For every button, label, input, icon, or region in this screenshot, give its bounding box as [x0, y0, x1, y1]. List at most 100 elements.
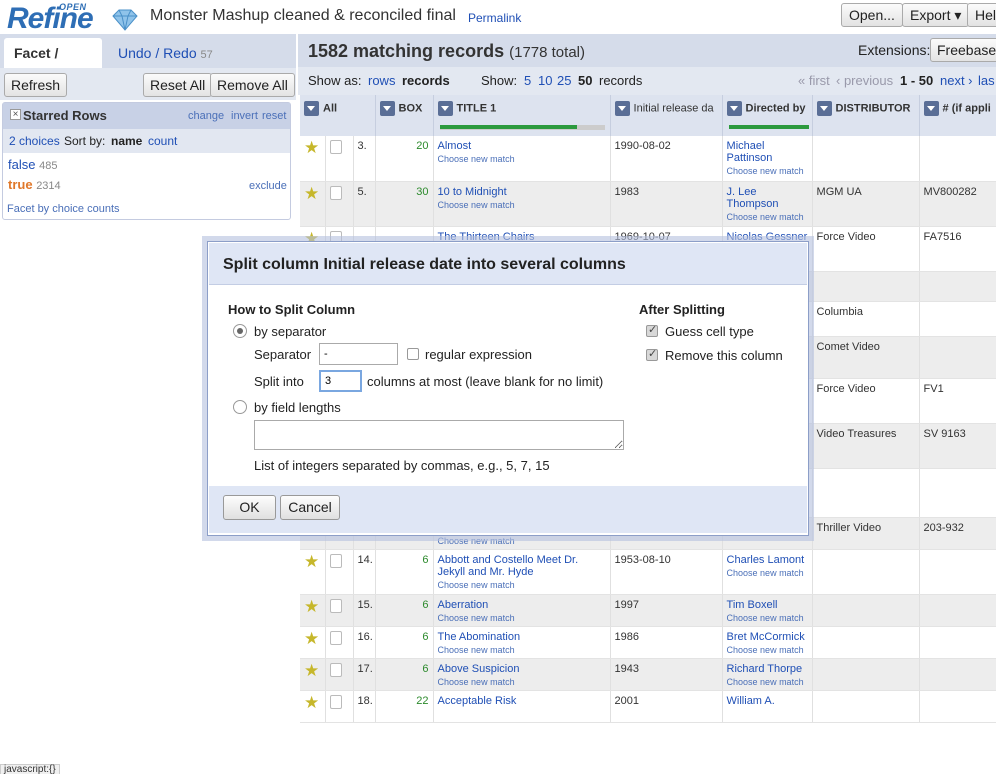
star-icon[interactable]: ★	[304, 552, 319, 571]
chevron-down-icon[interactable]	[437, 101, 453, 116]
director-link[interactable]: J. Lee Thompson	[727, 186, 779, 210]
flag-icon[interactable]	[329, 553, 342, 568]
chevron-down-icon[interactable]	[379, 101, 395, 116]
director-action[interactable]: Choose new match	[727, 677, 808, 687]
exclude-link[interactable]: exclude	[249, 180, 287, 192]
separator-input[interactable]	[319, 343, 398, 365]
director-action[interactable]: Choose new match	[727, 568, 808, 578]
star-icon[interactable]: ★	[304, 629, 319, 648]
star-icon[interactable]: ★	[304, 597, 319, 616]
title-action[interactable]: Choose new match	[438, 677, 606, 687]
star-icon[interactable]: ★	[304, 138, 319, 157]
star-icon[interactable]: ★	[304, 184, 319, 203]
column-header-number[interactable]: # (if appli	[919, 95, 996, 136]
guess-cell-type-checkbox[interactable]	[646, 323, 658, 337]
facet-choice-false[interactable]: false 485	[8, 157, 57, 172]
chevron-down-icon[interactable]	[304, 101, 319, 116]
column-header-distributor[interactable]: DISTRIBUTOR	[812, 95, 920, 136]
page-size-25[interactable]: 25	[557, 73, 571, 88]
remove-all-button[interactable]: Remove All	[210, 73, 295, 97]
title-link[interactable]: 10 to Midnight	[438, 186, 507, 198]
permalink-link[interactable]: Permalink	[468, 11, 521, 25]
column-header-release-date[interactable]: Initial release da	[610, 95, 723, 136]
field-lengths-textarea[interactable]	[254, 420, 624, 450]
by-separator-radio[interactable]	[233, 324, 247, 338]
facet-by-counts-link[interactable]: Facet by choice counts	[7, 203, 120, 215]
project-title[interactable]: Monster Mashup cleaned & reconciled fina…	[150, 7, 456, 25]
page-size-50[interactable]: 50	[578, 73, 592, 88]
title-action[interactable]: Choose new match	[438, 200, 606, 210]
sort-name-option[interactable]: name	[111, 134, 142, 148]
director-action[interactable]: Choose new match	[727, 645, 808, 655]
chevron-down-icon[interactable]	[614, 101, 630, 116]
open-button[interactable]: Open...	[841, 3, 903, 27]
close-icon[interactable]: ×	[10, 109, 21, 120]
facet-change-link[interactable]: change	[188, 110, 224, 122]
facet-invert-link[interactable]: invert	[231, 110, 258, 122]
title-link[interactable]: Acceptable Risk	[438, 695, 517, 707]
remove-column-checkbox[interactable]	[646, 347, 658, 361]
director-action[interactable]: Choose new match	[727, 613, 808, 623]
chevron-down-icon[interactable]	[923, 101, 939, 116]
chevron-down-icon[interactable]	[816, 101, 832, 116]
chevron-down-icon[interactable]	[726, 101, 742, 116]
flag-icon[interactable]	[329, 630, 342, 645]
title-link[interactable]: Abbott and Costello Meet Dr. Jekyll and …	[438, 554, 579, 578]
help-button[interactable]: Hel	[967, 3, 996, 27]
director-action[interactable]: Choose new match	[727, 166, 808, 176]
title-action[interactable]: Choose new match	[438, 613, 606, 623]
column-header-directed-by[interactable]: Directed by	[722, 95, 813, 136]
director-link[interactable]: Richard Thorpe	[727, 663, 803, 675]
regex-checkbox[interactable]	[407, 348, 419, 360]
openrefine-logo[interactable]: Refine OPEN	[7, 1, 138, 35]
next-page-link[interactable]: next ›	[940, 73, 973, 88]
summary-bar: 1582 matching records (1778 total) Exten…	[298, 34, 996, 67]
facet-choices-link[interactable]: 2 choices	[9, 134, 60, 148]
distributor-cell: MGM UA	[812, 181, 920, 227]
star-icon[interactable]: ★	[304, 693, 319, 712]
star-icon[interactable]: ★	[304, 661, 319, 680]
flag-icon[interactable]	[329, 598, 342, 613]
title-link[interactable]: Above Suspicion	[438, 663, 520, 675]
previous-page-link[interactable]: ‹ previous	[836, 73, 893, 88]
director-action[interactable]: Choose new match	[727, 212, 808, 222]
first-page-link[interactable]: « first	[798, 73, 830, 88]
director-link[interactable]: William A.	[727, 695, 775, 707]
reset-all-button[interactable]: Reset All	[143, 73, 213, 97]
title-action[interactable]: Choose new match	[438, 154, 606, 164]
ok-button[interactable]: OK	[223, 495, 276, 520]
flag-icon[interactable]	[329, 694, 342, 709]
facet-reset-link[interactable]: reset	[262, 110, 286, 122]
column-header-box[interactable]: BOX	[375, 95, 434, 136]
last-page-link[interactable]: las	[978, 73, 995, 88]
show-as-rows[interactable]: rows	[368, 73, 395, 88]
director-link[interactable]: Charles Lamont	[727, 554, 805, 566]
director-link[interactable]: Michael Pattinson	[727, 140, 773, 164]
column-header-title[interactable]: TITLE 1	[433, 95, 611, 136]
title-action[interactable]: Choose new match	[438, 645, 606, 655]
tab-undo-redo[interactable]: Undo / Redo 57	[108, 38, 223, 68]
freebase-button[interactable]: Freebase ▾	[930, 38, 996, 62]
cancel-button[interactable]: Cancel	[280, 495, 340, 520]
export-button[interactable]: Export ▾	[902, 3, 970, 27]
title-action[interactable]: Choose new match	[438, 580, 606, 590]
show-as-records[interactable]: records	[402, 73, 450, 88]
page-size-10[interactable]: 10	[538, 73, 552, 88]
split-count-input[interactable]	[319, 370, 362, 392]
title-link[interactable]: The Abomination	[438, 631, 521, 643]
column-header-all[interactable]: All	[300, 95, 376, 136]
title-link[interactable]: Aberration	[438, 599, 489, 611]
refresh-button[interactable]: Refresh	[4, 73, 68, 97]
title-action[interactable]: Choose new match	[438, 536, 606, 546]
tab-facet-filter[interactable]: Facet / Filter	[4, 38, 102, 91]
page-size-5[interactable]: 5	[524, 73, 531, 88]
title-link[interactable]: Almost	[438, 140, 472, 152]
by-field-lengths-radio[interactable]	[233, 400, 247, 414]
flag-icon[interactable]	[329, 140, 342, 154]
flag-icon[interactable]	[329, 662, 342, 677]
flag-icon[interactable]	[329, 185, 342, 200]
director-link[interactable]: Tim Boxell	[727, 599, 778, 611]
facet-choice-true[interactable]: true 2314	[8, 177, 61, 192]
sort-count-option[interactable]: count	[148, 134, 177, 148]
director-link[interactable]: Bret McCormick	[727, 631, 805, 643]
